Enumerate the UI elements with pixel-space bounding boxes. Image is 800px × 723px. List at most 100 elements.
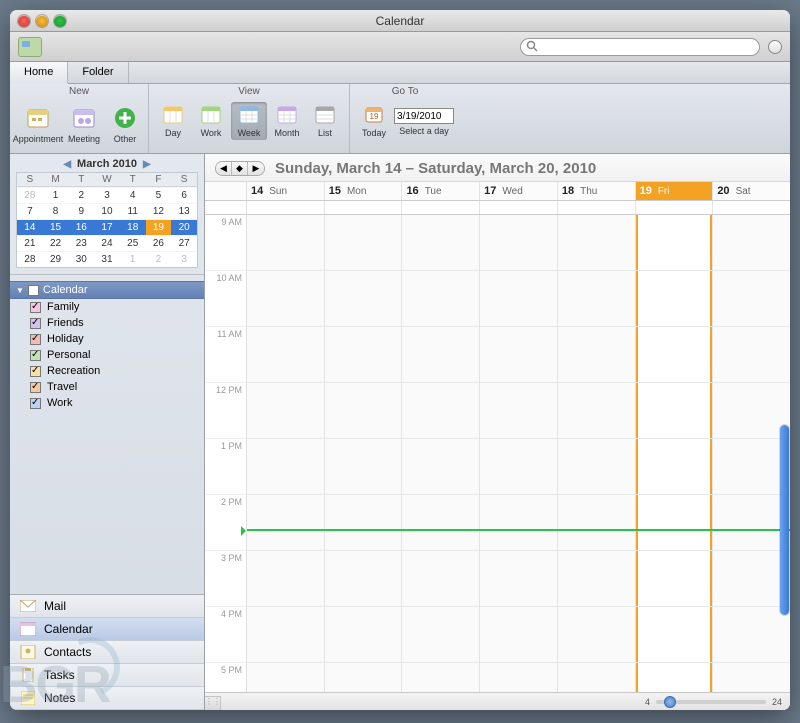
date-input[interactable] — [394, 108, 454, 124]
checkbox-icon[interactable] — [30, 366, 41, 377]
mini-cal-day[interactable]: 4 — [120, 187, 146, 203]
mini-cal-day[interactable]: 6 — [171, 187, 197, 203]
today-button[interactable]: 19 Today — [356, 102, 392, 140]
other-button[interactable]: Other — [108, 102, 142, 146]
bottom-nav-notes[interactable]: Notes — [10, 687, 204, 710]
checkbox-icon[interactable] — [30, 350, 41, 361]
day-header[interactable]: 18 Thu — [558, 182, 636, 200]
day-column[interactable] — [636, 215, 714, 692]
mini-cal-day[interactable]: 30 — [68, 251, 94, 267]
mini-cal-day[interactable]: 3 — [94, 187, 120, 203]
search-input[interactable] — [520, 38, 760, 56]
checkbox-icon[interactable] — [30, 398, 41, 409]
mini-cal-day[interactable]: 5 — [146, 187, 172, 203]
view-day-button[interactable]: Day — [155, 102, 191, 140]
checkbox-icon[interactable] — [30, 302, 41, 313]
zoom-slider[interactable] — [656, 700, 766, 704]
meeting-button[interactable]: Meeting — [62, 102, 106, 146]
checkbox-icon[interactable] — [30, 382, 41, 393]
mini-cal-day[interactable]: 1 — [43, 187, 69, 203]
appointment-button[interactable]: Appointment — [16, 102, 60, 146]
mini-cal-day[interactable]: 2 — [146, 251, 172, 267]
day-column[interactable] — [480, 215, 558, 692]
calendar-item[interactable]: Personal — [10, 347, 204, 363]
view-week-button[interactable]: Week — [231, 102, 267, 140]
calendar-icon — [20, 622, 36, 636]
mini-cal-day[interactable]: 13 — [171, 203, 197, 219]
mini-cal-day[interactable]: 25 — [120, 235, 146, 251]
checkbox-icon[interactable] — [28, 285, 39, 296]
week-prev-button[interactable]: ◀ — [216, 162, 232, 175]
sidebar-grip[interactable]: ⋮⋮ — [205, 696, 221, 710]
view-work-button[interactable]: Work — [193, 102, 229, 140]
bottom-nav-calendar[interactable]: Calendar — [10, 618, 204, 641]
disclosure-triangle-icon: ▼ — [16, 286, 24, 295]
ribbon-tab-folder[interactable]: Folder — [68, 62, 128, 83]
mini-cal-day[interactable]: 21 — [17, 235, 43, 251]
mini-cal-day[interactable]: 16 — [68, 219, 94, 235]
calendar-item[interactable]: Recreation — [10, 363, 204, 379]
view-month-button[interactable]: Month — [269, 102, 305, 140]
ribbon-tab-home[interactable]: Home — [10, 62, 68, 84]
view-list-button[interactable]: List — [307, 102, 343, 140]
mini-cal-day[interactable]: 3 — [171, 251, 197, 267]
day-header[interactable]: 20 Sat — [713, 182, 790, 200]
week-grid[interactable]: 9 AM10 AM11 AM12 PM1 PM2 PM3 PM4 PM5 PM — [205, 215, 790, 692]
mini-cal-day[interactable]: 22 — [43, 235, 69, 251]
calendar-item[interactable]: Holiday — [10, 331, 204, 347]
mini-cal-day[interactable]: 31 — [94, 251, 120, 267]
calendar-item[interactable]: Travel — [10, 379, 204, 395]
mini-cal-day[interactable]: 2 — [68, 187, 94, 203]
mini-cal-day[interactable]: 14 — [17, 219, 43, 235]
checkbox-icon[interactable] — [30, 334, 41, 345]
day-header[interactable]: 16 Tue — [402, 182, 480, 200]
mini-cal-day[interactable]: 12 — [146, 203, 172, 219]
mini-cal-day[interactable]: 9 — [68, 203, 94, 219]
day-headers: 14 Sun 15 Mon 16 Tue 17 Wed 18 Thu 19 Fr… — [205, 182, 790, 201]
toolbar-pill-button[interactable] — [768, 40, 782, 54]
mini-cal-day[interactable]: 15 — [43, 219, 69, 235]
mini-cal-prev[interactable]: ◀ — [63, 159, 71, 170]
calendar-item[interactable]: Family — [10, 299, 204, 315]
day-column[interactable] — [402, 215, 480, 692]
day-column[interactable] — [558, 215, 636, 692]
mini-cal-day[interactable]: 19 — [146, 219, 172, 235]
mini-cal-day[interactable]: 11 — [120, 203, 146, 219]
mini-cal-day[interactable]: 20 — [171, 219, 197, 235]
day-column[interactable] — [713, 215, 790, 692]
mini-cal-day[interactable]: 26 — [146, 235, 172, 251]
mini-cal-day[interactable]: 7 — [17, 203, 43, 219]
calendar-list-header[interactable]: ▼ Calendar — [10, 281, 204, 299]
day-header[interactable]: 19 Fri — [636, 182, 714, 200]
mini-cal-day[interactable]: 27 — [171, 235, 197, 251]
mini-cal-day[interactable]: 17 — [94, 219, 120, 235]
mini-cal-day[interactable]: 24 — [94, 235, 120, 251]
vertical-scrollbar[interactable] — [780, 425, 789, 615]
week-next-button[interactable]: ▶ — [248, 162, 264, 175]
week-today-button[interactable]: ◆ — [232, 162, 248, 175]
mini-cal-day[interactable]: 28 — [17, 251, 43, 267]
window-title: Calendar — [10, 14, 790, 28]
mini-cal-dow: S — [17, 173, 43, 187]
mini-cal-day[interactable]: 10 — [94, 203, 120, 219]
mini-cal-day[interactable]: 1 — [120, 251, 146, 267]
zoom-thumb[interactable] — [664, 696, 676, 708]
checkbox-icon[interactable] — [30, 318, 41, 329]
day-header[interactable]: 17 Wed — [480, 182, 558, 200]
bottom-nav-mail[interactable]: Mail — [10, 595, 204, 618]
calendar-item[interactable]: Work — [10, 395, 204, 411]
mini-cal-day[interactable]: 23 — [68, 235, 94, 251]
week-nav: ◀ ◆ ▶ — [215, 161, 265, 176]
mini-cal-day[interactable]: 28 — [17, 187, 43, 203]
calendar-item[interactable]: Friends — [10, 315, 204, 331]
day-header[interactable]: 14 Sun — [247, 182, 325, 200]
day-column[interactable] — [247, 215, 325, 692]
bottom-nav-tasks[interactable]: Tasks — [10, 664, 204, 687]
day-column[interactable] — [325, 215, 403, 692]
mini-cal-next[interactable]: ▶ — [143, 159, 151, 170]
bottom-nav-contacts[interactable]: Contacts — [10, 641, 204, 664]
mini-cal-day[interactable]: 8 — [43, 203, 69, 219]
day-header[interactable]: 15 Mon — [325, 182, 403, 200]
mini-cal-day[interactable]: 18 — [120, 219, 146, 235]
mini-cal-day[interactable]: 29 — [43, 251, 69, 267]
